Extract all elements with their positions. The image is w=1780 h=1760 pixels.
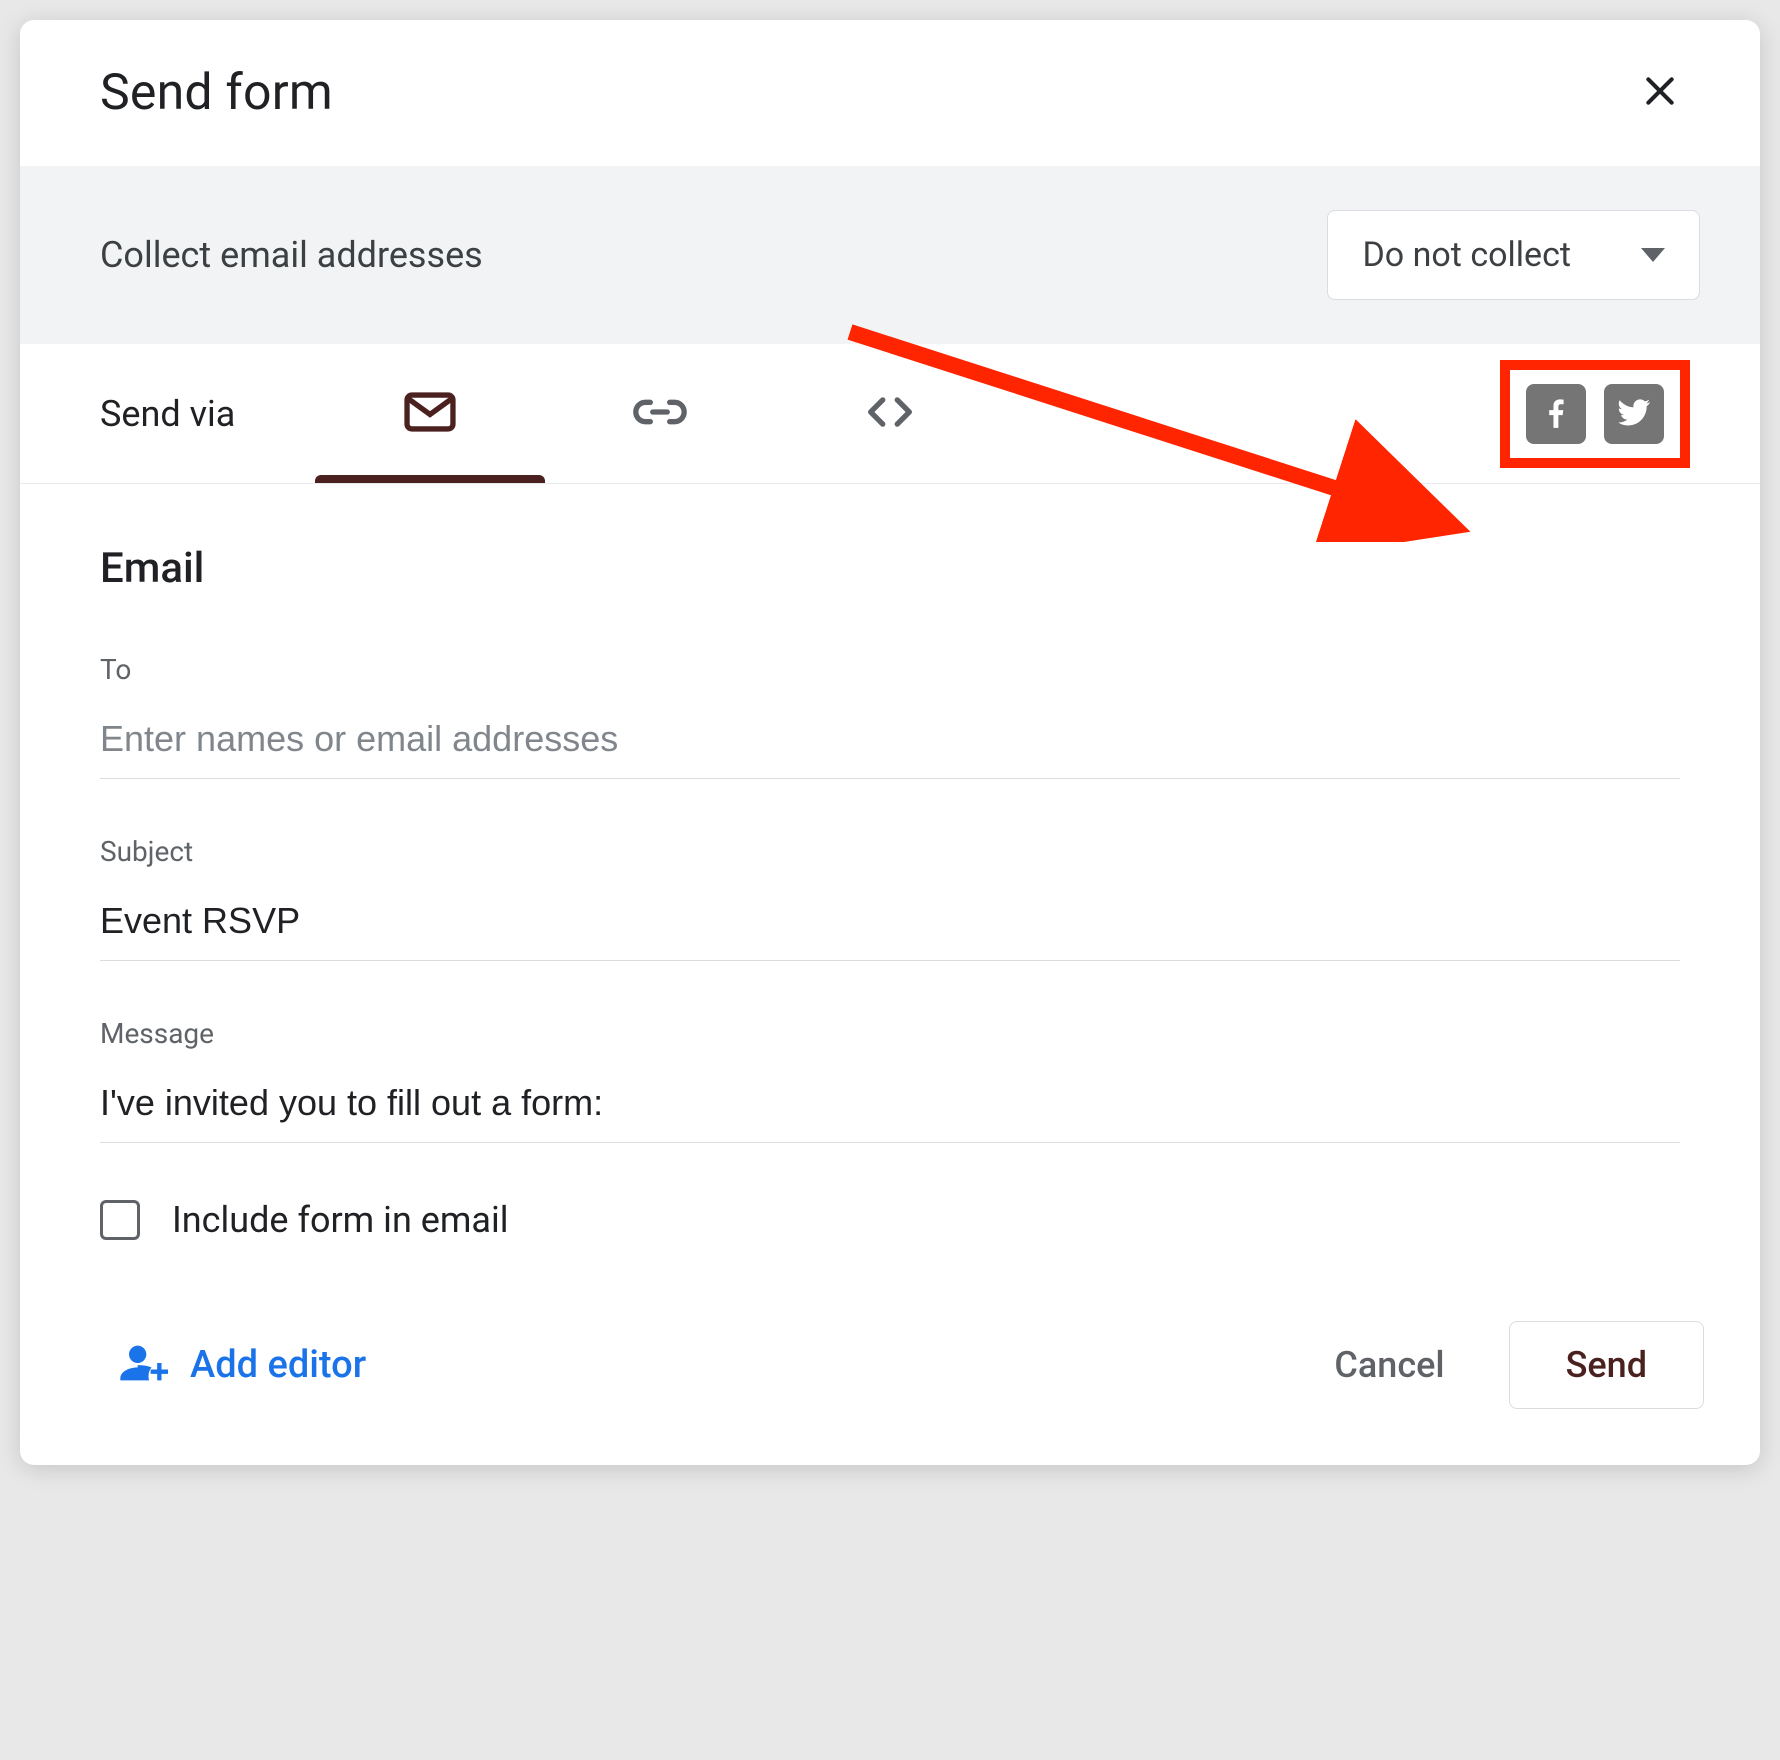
include-form-checkbox[interactable] xyxy=(100,1200,140,1240)
send-form-dialog: Send form Collect email addresses Do not… xyxy=(20,20,1760,1465)
add-editor-label: Add editor xyxy=(190,1343,366,1387)
collect-email-dropdown[interactable]: Do not collect xyxy=(1327,210,1700,300)
cancel-button[interactable]: Cancel xyxy=(1294,1324,1484,1406)
dropdown-selected-value: Do not collect xyxy=(1362,235,1571,275)
include-form-row: Include form in email xyxy=(100,1199,1680,1241)
section-title: Email xyxy=(100,544,1680,593)
subject-field: Subject xyxy=(100,835,1680,961)
embed-icon xyxy=(861,383,919,445)
add-editor-button[interactable]: Add editor xyxy=(116,1337,366,1393)
dialog-header: Send form xyxy=(20,20,1760,166)
to-input[interactable] xyxy=(100,704,1680,779)
share-facebook-button[interactable] xyxy=(1526,384,1586,444)
close-button[interactable] xyxy=(1632,65,1688,121)
collect-email-label: Collect email addresses xyxy=(100,234,483,276)
share-twitter-button[interactable] xyxy=(1604,384,1664,444)
send-via-label: Send via xyxy=(100,393,235,435)
tab-embed[interactable] xyxy=(775,344,1005,483)
message-field: Message xyxy=(100,1017,1680,1143)
twitter-icon xyxy=(1615,393,1653,435)
include-form-label: Include form in email xyxy=(172,1199,509,1241)
email-icon xyxy=(401,383,459,445)
subject-label: Subject xyxy=(100,835,1680,868)
email-section: Email To Subject Message Include form in… xyxy=(20,484,1760,1281)
send-via-tabs: Send via xyxy=(20,344,1760,484)
link-icon xyxy=(631,383,689,445)
dialog-footer: Add editor Cancel Send xyxy=(20,1281,1760,1465)
collect-email-row: Collect email addresses Do not collect xyxy=(20,166,1760,344)
chevron-down-icon xyxy=(1641,248,1665,262)
message-input[interactable] xyxy=(100,1068,1680,1143)
send-button[interactable]: Send xyxy=(1509,1321,1704,1409)
tab-email[interactable] xyxy=(315,344,545,483)
subject-input[interactable] xyxy=(100,886,1680,961)
close-icon xyxy=(1640,71,1680,115)
add-person-icon xyxy=(116,1337,168,1393)
social-share-highlight xyxy=(1500,360,1690,468)
to-label: To xyxy=(100,653,1680,686)
to-field: To xyxy=(100,653,1680,779)
dialog-title: Send form xyxy=(100,64,333,122)
facebook-icon xyxy=(1537,393,1575,435)
tab-link[interactable] xyxy=(545,344,775,483)
message-label: Message xyxy=(100,1017,1680,1050)
